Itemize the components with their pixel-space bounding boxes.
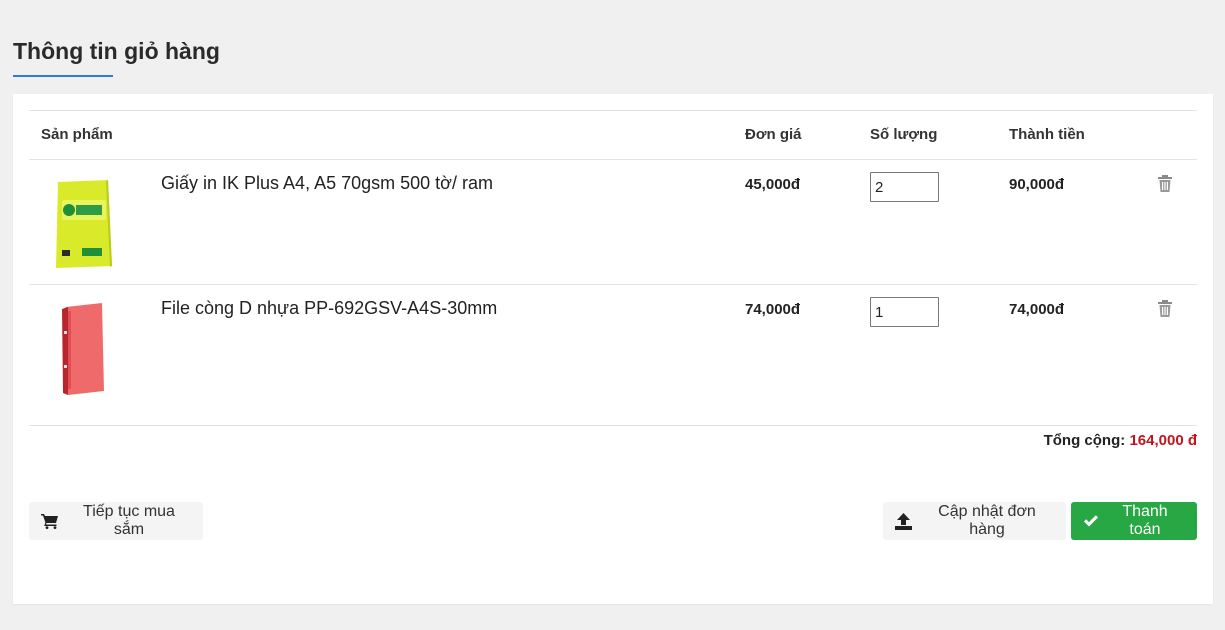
- update-order-label: Cập nhật đơn hàng: [938, 503, 1036, 538]
- title-underline: [13, 75, 113, 77]
- header-price: Đơn giá: [745, 126, 802, 143]
- cart-icon: [41, 514, 58, 529]
- update-order-button[interactable]: Cập nhật đơn hàng: [883, 502, 1066, 540]
- checkout-label: Thanh toán: [1122, 503, 1168, 538]
- product-image[interactable]: [41, 299, 125, 399]
- paper-ream-image: [56, 180, 112, 268]
- product-name[interactable]: File còng D nhựa PP-692GSV-A4S-30mm: [161, 298, 497, 319]
- header-quantity: Số lượng: [870, 126, 938, 143]
- order-total-amount: 164,000 đ: [1129, 432, 1197, 449]
- product-image[interactable]: [41, 174, 125, 274]
- header-product: Sản phẩm: [41, 126, 113, 143]
- product-price: 74,000đ: [745, 301, 801, 318]
- page-title: Thông tin giỏ hàng: [13, 38, 220, 64]
- binder-file-image: [62, 303, 104, 395]
- table-header: Sản phẩm Đơn giá Số lượng Thành tiền: [29, 110, 1197, 160]
- continue-shopping-button[interactable]: Tiếp tục mua sắm: [29, 502, 203, 540]
- cart-table: Sản phẩm Đơn giá Số lượng Thành tiền Giấ…: [29, 110, 1197, 426]
- product-price: 45,000đ: [745, 176, 801, 193]
- product-total: 90,000đ: [1009, 176, 1065, 193]
- checkout-button[interactable]: Thanh toán: [1071, 502, 1197, 540]
- upload-icon: [895, 512, 912, 530]
- product-name[interactable]: Giấy in IK Plus A4, A5 70gsm 500 tờ/ ram: [161, 173, 493, 194]
- order-total-label: Tổng cộng:: [1043, 432, 1126, 449]
- order-total: Tổng cộng: 164,000 đ: [1044, 432, 1197, 449]
- trash-icon[interactable]: [1157, 300, 1173, 318]
- cart-panel: Sản phẩm Đơn giá Số lượng Thành tiền Giấ…: [13, 94, 1213, 604]
- table-row: Giấy in IK Plus A4, A5 70gsm 500 tờ/ ram…: [29, 160, 1197, 285]
- table-row: File còng D nhựa PP-692GSV-A4S-30mm 74,0…: [29, 285, 1197, 426]
- header-total: Thành tiền: [1009, 126, 1085, 143]
- product-total: 74,000đ: [1009, 301, 1065, 318]
- quantity-input[interactable]: [870, 297, 939, 327]
- check-icon: [1084, 515, 1098, 527]
- continue-shopping-label: Tiếp tục mua sắm: [83, 503, 175, 538]
- trash-icon[interactable]: [1157, 175, 1173, 193]
- quantity-input[interactable]: [870, 172, 939, 202]
